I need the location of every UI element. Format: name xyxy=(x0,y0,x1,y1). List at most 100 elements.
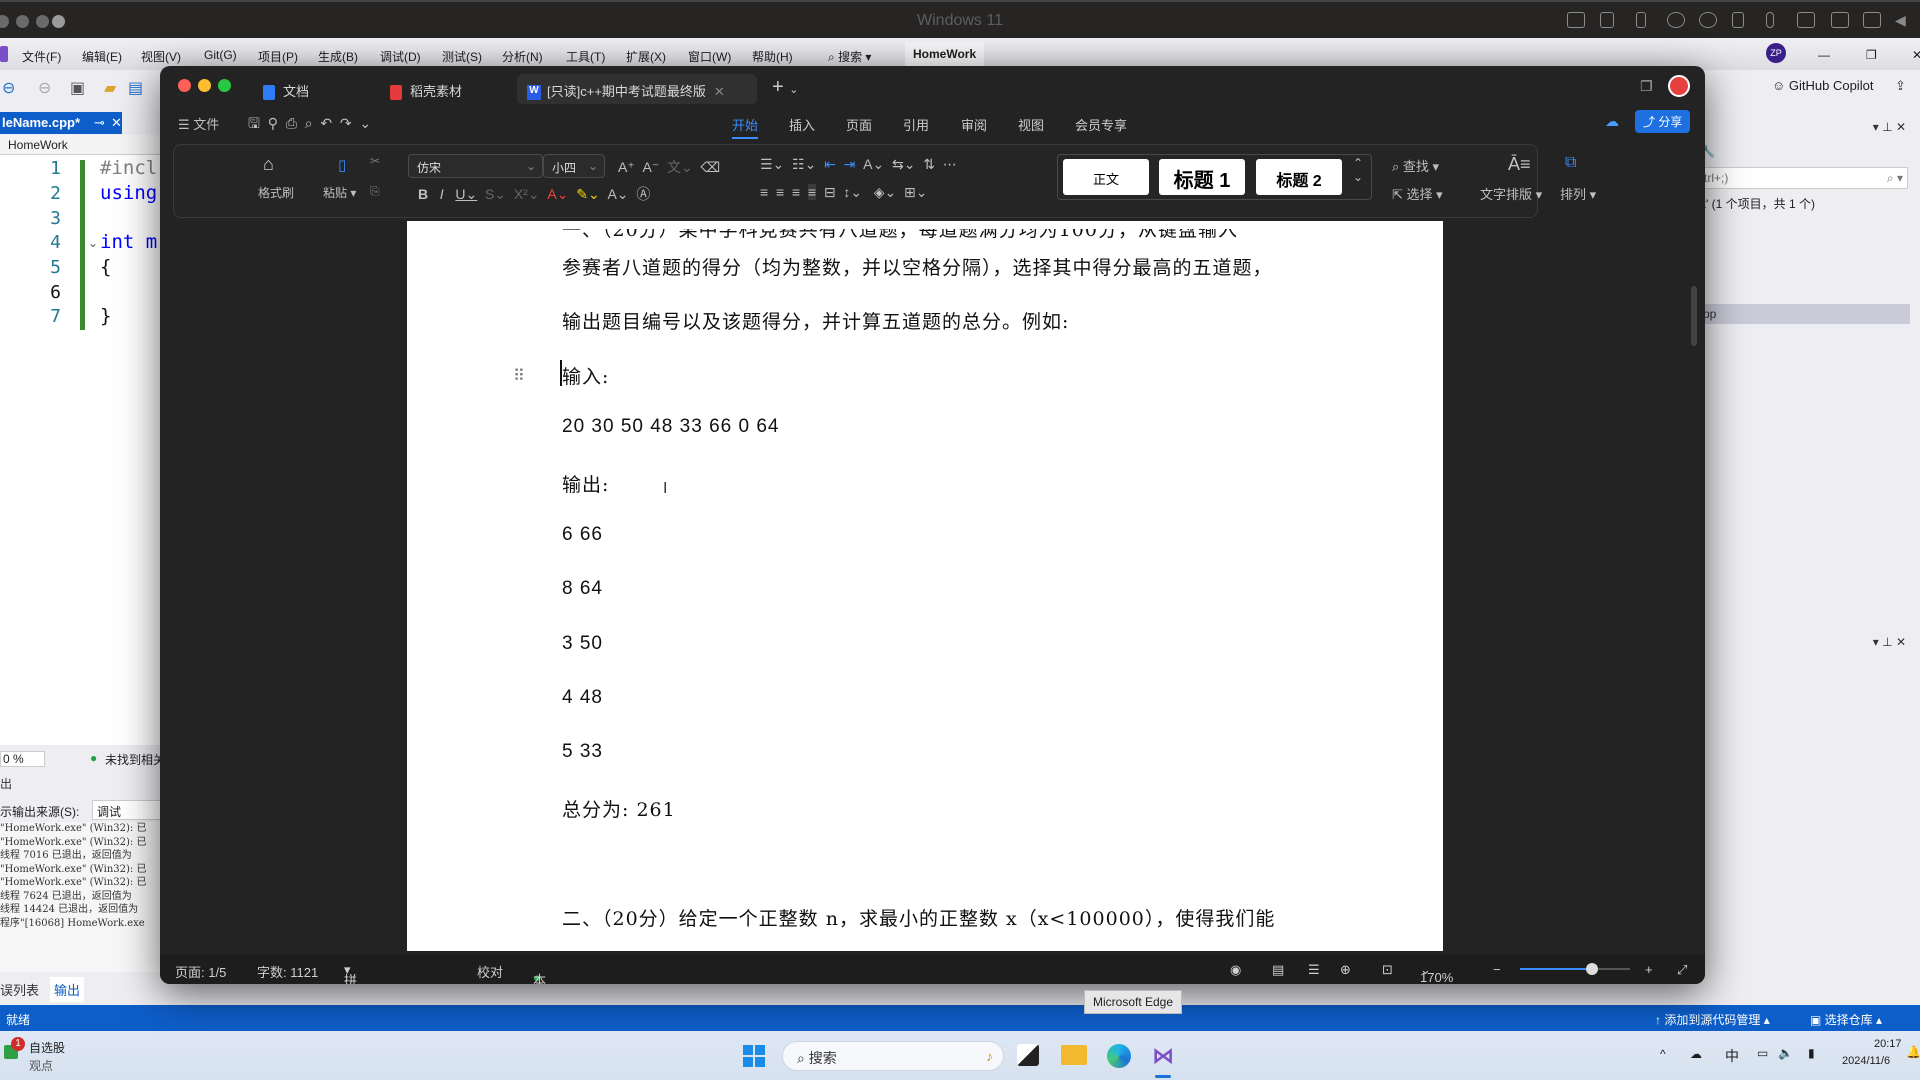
tab-document[interactable]: W [只读]c++期中考试题最终版 ✕ xyxy=(517,74,757,104)
gridlines-button[interactable]: ⋯ xyxy=(943,156,957,172)
outline-view-icon[interactable]: ☰ xyxy=(1308,962,1320,978)
drag-handle-icon[interactable]: ⠿ xyxy=(513,366,525,386)
add-source-control[interactable]: ↑ 添加到源代码管理 ▴ xyxy=(1655,1011,1770,1028)
camera-icon[interactable] xyxy=(1831,12,1849,28)
vs-search[interactable]: ⌕ 搜索 ▾ xyxy=(828,48,871,65)
file-explorer-icon[interactable] xyxy=(1061,1045,1087,1065)
word-count[interactable]: 字数: 1121 xyxy=(257,962,318,981)
page-indicator[interactable]: 页面: 1/5 xyxy=(175,962,226,981)
font-color-button[interactable]: A⌄ xyxy=(547,186,568,202)
line-spacing-button[interactable]: ↕⌄ xyxy=(843,184,862,200)
user-avatar[interactable] xyxy=(1668,75,1690,97)
format-painter-button[interactable]: 格式刷 xyxy=(258,184,294,201)
page-view-icon[interactable]: ▤ xyxy=(1272,962,1284,978)
menu-project[interactable]: 项目(P) xyxy=(258,48,298,65)
menu-tools[interactable]: 工具(T) xyxy=(566,48,605,65)
tab-docs[interactable]: 文档 xyxy=(263,74,309,104)
arrange-button[interactable]: 排列 ▾ xyxy=(1560,184,1596,203)
battery-icon[interactable]: ▮ xyxy=(1808,1046,1815,1060)
dropdown-icon[interactable]: ▾ xyxy=(1873,635,1882,649)
panel-close-icon[interactable]: ✕ xyxy=(1896,635,1906,649)
breadcrumb[interactable]: HomeWork xyxy=(0,135,170,155)
italic-button[interactable]: I xyxy=(440,186,444,202)
menu-build[interactable]: 生成(B) xyxy=(318,48,358,65)
style-heading-2[interactable]: 标题 2 xyxy=(1256,159,1342,195)
redo-icon[interactable]: ↷ xyxy=(340,115,352,131)
globe-icon[interactable] xyxy=(1699,12,1717,28)
clear-format-icon[interactable]: ⌫ xyxy=(701,159,721,175)
more-icon[interactable]: ⌄ xyxy=(359,115,371,131)
font-name-select[interactable]: 仿宋 ⌄ xyxy=(408,154,543,178)
new-project-icon[interactable]: ▣ xyxy=(70,78,85,98)
zoom-window-button[interactable] xyxy=(218,79,231,92)
text-layout-button[interactable]: 文字排版 ▾ xyxy=(1480,184,1542,203)
menu-git[interactable]: Git(G) xyxy=(204,48,237,62)
fit-page-icon[interactable]: ⊡ xyxy=(1382,962,1393,978)
style-gallery-scroll[interactable]: ⌃ ⌄ xyxy=(1353,156,1363,184)
collapse-arrow-icon[interactable]: ◀ xyxy=(1895,12,1906,29)
ribbon-tab-references[interactable]: 引用 xyxy=(903,115,929,134)
decrease-indent-button[interactable]: ⇤ xyxy=(824,156,836,172)
new-tab-button[interactable]: + ⌄ xyxy=(772,76,798,99)
minimize-button[interactable]: — xyxy=(1818,48,1830,62)
tab-error-list[interactable]: 误列表 xyxy=(0,980,39,999)
restore-button[interactable]: ❐ xyxy=(1866,48,1877,62)
minimize-window-button[interactable] xyxy=(198,79,211,92)
export-pdf-icon[interactable]: ⚲ xyxy=(268,115,278,131)
microphone-icon[interactable] xyxy=(1766,12,1774,28)
start-button[interactable] xyxy=(743,1045,765,1067)
find-button[interactable]: ⌕ 查找 ▾ xyxy=(1392,156,1439,175)
document-page[interactable]: 一、（20分）某中学科竞赛共有八道题，每道题满分均为100分，从键盘输入 参赛者… xyxy=(407,221,1443,951)
distribute-button[interactable]: ⊟ xyxy=(824,184,836,200)
network-icon[interactable]: ▭ xyxy=(1757,1046,1768,1060)
eye-protection-icon[interactable]: ◉ xyxy=(1230,962,1241,978)
bold-button[interactable]: B xyxy=(418,186,428,202)
tab-output[interactable]: 输出 xyxy=(50,977,85,1002)
pin-icon[interactable]: ⊥ xyxy=(1882,635,1896,649)
forward-icon[interactable]: ⊖ xyxy=(38,78,51,98)
output-text[interactable]: "HomeWork.exe" (Win32): 已 "HomeWork.exe"… xyxy=(0,822,170,972)
save-icon[interactable]: 🖫 xyxy=(248,115,260,131)
align-left-button[interactable]: ≡ xyxy=(760,184,768,200)
editor-tab[interactable]: leName.cpp* ⊸ ✕ xyxy=(0,112,122,134)
ribbon-tab-page[interactable]: 页面 xyxy=(846,115,872,134)
numbering-button[interactable]: ☷⌄ xyxy=(792,156,816,172)
back-icon[interactable]: ⊖ xyxy=(2,78,15,98)
solution-item[interactable]: pp xyxy=(1700,304,1910,324)
account-avatar[interactable]: ZP xyxy=(1766,43,1786,63)
dropdown-icon[interactable]: ▾ xyxy=(1873,120,1882,134)
menu-window[interactable]: 窗口(W) xyxy=(688,48,731,65)
solution-summary[interactable]: k' (1 个项目，共 1 个) xyxy=(1700,195,1815,212)
task-view-icon[interactable] xyxy=(1017,1044,1039,1066)
pin-icon[interactable]: ⊸ xyxy=(94,115,105,130)
cut-icon[interactable]: ✂ xyxy=(370,154,380,168)
network-off-icon[interactable] xyxy=(1667,12,1685,28)
highlight-button[interactable]: ✎⌄ xyxy=(576,186,599,202)
issues-status[interactable]: 未找到相关 xyxy=(105,751,165,768)
char-border-button[interactable]: Ⓐ xyxy=(636,186,650,202)
zoom-in-button[interactable]: + xyxy=(1645,962,1653,977)
grow-font-icon[interactable]: A⁺ xyxy=(618,159,635,175)
underline-button[interactable]: U⌄ xyxy=(455,186,477,202)
justify-button[interactable]: ≡ xyxy=(807,184,817,200)
phonetic-icon[interactable]: 文⌄ xyxy=(667,159,693,175)
pin-icon[interactable]: ⊥ xyxy=(1882,120,1896,134)
select-button[interactable]: ⇱ 选择 ▾ xyxy=(1392,184,1443,203)
superscript-button[interactable]: X²⌄ xyxy=(514,186,540,202)
paste-button[interactable]: 粘贴 ▾ xyxy=(323,184,356,201)
notification-bell-icon[interactable]: 🔔 xyxy=(1906,1045,1920,1059)
char-spacing-button[interactable]: A⌄ xyxy=(863,156,884,172)
zoom-out-button[interactable]: − xyxy=(1493,962,1501,977)
borders-button[interactable]: ⊞⌄ xyxy=(904,184,927,200)
tab-close-icon[interactable]: ✕ xyxy=(714,84,725,99)
window-layout-icon[interactable]: ❐ xyxy=(1640,78,1653,95)
clock-time[interactable]: 20:17 xyxy=(1874,1038,1902,1050)
text-direction-button[interactable]: ⇆⌄ xyxy=(892,156,915,172)
shrink-font-icon[interactable]: A⁻ xyxy=(643,159,660,175)
copilot-button[interactable]: ☺ GitHub Copilot xyxy=(1772,78,1873,93)
menu-debug[interactable]: 调试(D) xyxy=(380,48,421,65)
save-icon[interactable]: ▤ xyxy=(128,78,143,98)
share-button[interactable]: ⤴ 分享 xyxy=(1635,110,1691,133)
tray-expand-icon[interactable]: ^ xyxy=(1660,1047,1666,1061)
share-icon[interactable]: ⇪ xyxy=(1895,78,1906,94)
